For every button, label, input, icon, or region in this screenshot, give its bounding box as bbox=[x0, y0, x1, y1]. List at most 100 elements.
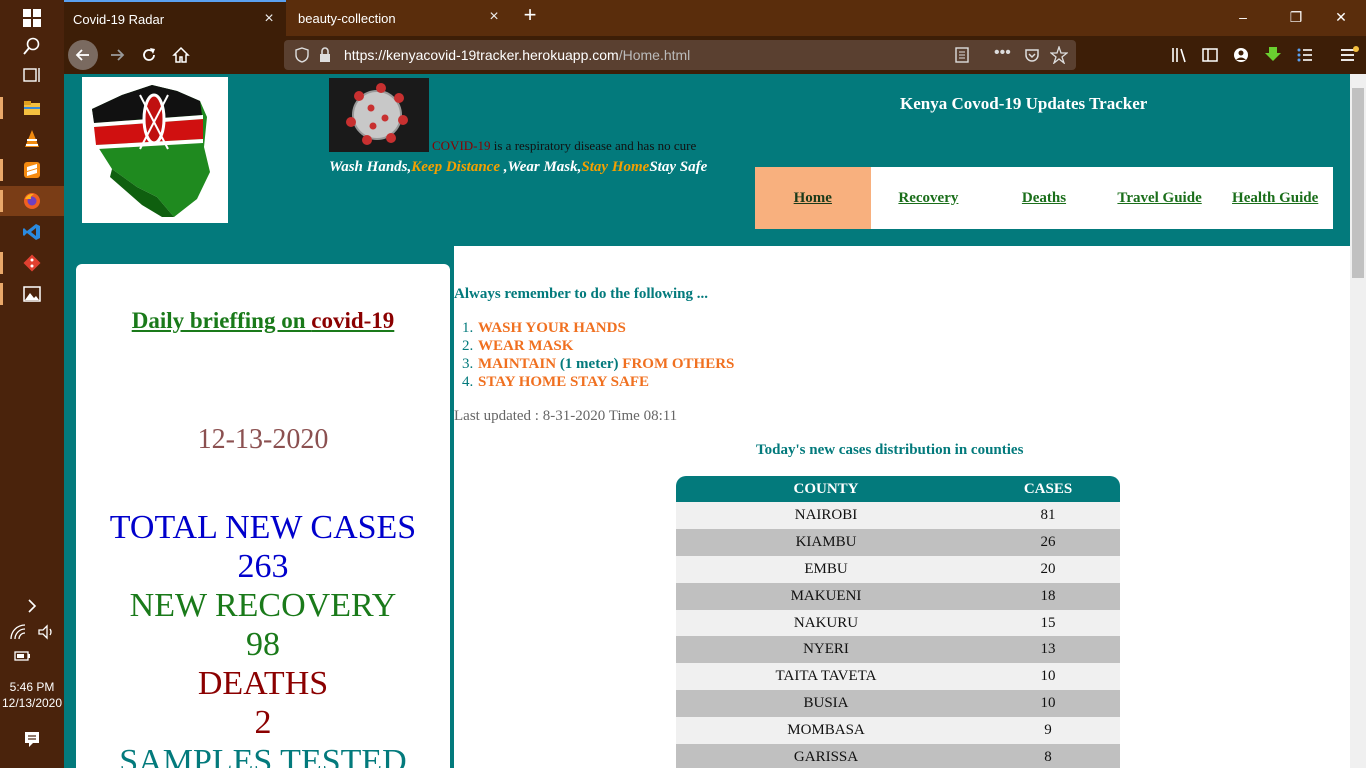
slogan-part: Wash Hands, bbox=[329, 159, 412, 175]
chevron-right-icon[interactable] bbox=[20, 594, 44, 618]
county-cell: KIAMBU bbox=[676, 528, 976, 556]
sublime-text-icon[interactable] bbox=[20, 158, 44, 182]
minimize-icon[interactable]: – bbox=[1231, 6, 1255, 28]
menu-hamburger-icon[interactable] bbox=[1339, 45, 1359, 70]
site-title: Kenya Covod-19 Updates Tracker bbox=[900, 94, 1148, 113]
tab-beauty-collection[interactable]: beauty-collection × bbox=[289, 0, 511, 36]
list-number: 4. bbox=[462, 374, 474, 390]
more-icon[interactable]: ••• bbox=[994, 44, 1011, 62]
tagline-label: COVID-19 bbox=[432, 138, 491, 153]
url-path: /Home.html bbox=[618, 47, 691, 63]
forward-arrow-icon[interactable] bbox=[102, 40, 132, 70]
cases-cell: 26 bbox=[976, 528, 1120, 556]
cases-cell: 18 bbox=[976, 582, 1120, 610]
list-item: 1. WASH YOUR HANDS bbox=[462, 319, 734, 337]
deaths-label: DEATHS bbox=[197, 665, 329, 702]
covid-tagline: COVID-19 is a respiratory disease and ha… bbox=[329, 138, 709, 154]
taskbar-date[interactable]: 12/13/2020 bbox=[0, 696, 64, 711]
list-text: WASH YOUR HANDS bbox=[478, 320, 626, 336]
search-icon[interactable] bbox=[20, 34, 44, 58]
taskbar-app-marker bbox=[0, 252, 3, 274]
table-row: NAIROBI 81 bbox=[676, 502, 1120, 529]
list-item: 3. MAINTAIN (1 meter) FROM OTHERS bbox=[462, 355, 734, 373]
cases-cell: 10 bbox=[976, 663, 1120, 691]
tab-covid-19-radar[interactable]: Covid-19 Radar × bbox=[64, 0, 286, 36]
cases-cell: 20 bbox=[976, 555, 1120, 583]
safety-slogan: Wash Hands,Keep Distance ,Wear Mask,Stay… bbox=[329, 158, 719, 176]
wifi-icon[interactable] bbox=[8, 620, 28, 644]
volume-icon[interactable] bbox=[36, 620, 56, 644]
download-icon[interactable] bbox=[1264, 45, 1282, 68]
bookmark-star-icon[interactable] bbox=[1049, 44, 1069, 69]
list-item: 4. STAY HOME STAY SAFE bbox=[462, 373, 734, 391]
tagline-text: is a respiratory disease and has no cure bbox=[490, 138, 697, 153]
url-text[interactable]: https://kenyacovid-19tracker.herokuapp.c… bbox=[344, 40, 690, 70]
task-view-icon[interactable] bbox=[20, 63, 44, 87]
table-row: NYERI 13 bbox=[676, 636, 1120, 664]
pocket-icon[interactable] bbox=[1024, 47, 1040, 68]
scrollbar-thumb[interactable] bbox=[1352, 88, 1364, 278]
sidebar-icon[interactable] bbox=[1201, 46, 1219, 69]
restore-icon[interactable]: ❐ bbox=[1284, 6, 1308, 28]
taskbar-time[interactable]: 5:46 PM bbox=[0, 680, 64, 695]
new-cases-value: 263 bbox=[237, 548, 289, 585]
notification-icon[interactable] bbox=[20, 727, 44, 751]
slogan-part: Stay Safe bbox=[649, 159, 708, 175]
remember-heading: Always remember to do the following ... bbox=[454, 286, 709, 302]
county-cell: EMBU bbox=[676, 555, 976, 583]
kenya-flag-map-icon bbox=[92, 85, 210, 217]
county-cell: MOMBASA bbox=[676, 717, 976, 745]
browser-nav-bar: https://kenyacovid-19tracker.herokuapp.c… bbox=[64, 36, 1366, 74]
firefox-icon[interactable] bbox=[20, 189, 44, 213]
table-row: EMBU 20 bbox=[676, 555, 1120, 583]
nav-recovery-link[interactable]: Recovery bbox=[871, 167, 987, 229]
new-cases-label: TOTAL NEW CASES bbox=[109, 509, 417, 546]
vlc-icon[interactable] bbox=[20, 127, 44, 151]
nav-travel-guide-link[interactable]: Travel Guide bbox=[1102, 167, 1218, 229]
photos-icon[interactable] bbox=[20, 282, 44, 306]
kenya-map-logo bbox=[82, 77, 228, 223]
county-cell: GARISSA bbox=[676, 744, 976, 768]
table-row: TAITA TAVETA 10 bbox=[676, 663, 1120, 691]
nav-health-guide-link[interactable]: Health Guide bbox=[1217, 167, 1333, 229]
shield-icon[interactable] bbox=[294, 47, 310, 68]
table-row: GARISSA 8 bbox=[676, 744, 1120, 768]
url-bar[interactable]: https://kenyacovid-19tracker.herokuapp.c… bbox=[284, 40, 1076, 70]
new-tab-icon[interactable]: + bbox=[518, 4, 542, 26]
url-domain: https://kenyacovid-19tracker.herokuapp.c… bbox=[344, 47, 619, 63]
home-icon[interactable] bbox=[166, 40, 196, 70]
table-row: NAKURU 15 bbox=[676, 609, 1120, 637]
new-recovery-value: 98 bbox=[246, 626, 280, 663]
briefing-title[interactable]: Daily brieffing on covid-19 bbox=[76, 308, 450, 334]
tab-label: Covid-19 Radar bbox=[73, 11, 165, 27]
page-scrollbar[interactable] bbox=[1350, 74, 1366, 768]
site-header: COVID-19 is a respiratory disease and ha… bbox=[64, 74, 1350, 246]
samples-tested-label: SAMPLES TESTED bbox=[119, 743, 407, 768]
back-arrow-icon[interactable] bbox=[68, 40, 98, 70]
git-icon[interactable] bbox=[20, 251, 44, 275]
close-icon[interactable]: × bbox=[487, 9, 501, 25]
close-icon[interactable]: × bbox=[262, 11, 276, 27]
windows-start-icon[interactable] bbox=[20, 6, 44, 30]
window-close-icon[interactable]: ✕ bbox=[1329, 6, 1353, 28]
reader-view-icon[interactable] bbox=[954, 47, 970, 68]
county-cell: NYERI bbox=[676, 636, 976, 664]
table-header-row: COUNTY CASES bbox=[676, 476, 1120, 502]
battery-icon[interactable] bbox=[12, 643, 32, 667]
list-text-highlight: (1 meter) bbox=[559, 356, 619, 372]
nav-deaths-link[interactable]: Deaths bbox=[986, 167, 1102, 229]
list-number: 1. bbox=[462, 320, 474, 336]
table-row: MAKUENI 18 bbox=[676, 582, 1120, 610]
account-icon[interactable] bbox=[1232, 46, 1250, 69]
main-nav-menu: Home Recovery Deaths Travel Guide Health… bbox=[755, 167, 1333, 229]
reload-icon[interactable] bbox=[134, 40, 164, 70]
cases-cell: 9 bbox=[976, 717, 1120, 745]
web-page: COVID-19 is a respiratory disease and ha… bbox=[64, 74, 1366, 768]
nav-home-link[interactable]: Home bbox=[755, 167, 871, 229]
distribution-title: Today's new cases distribution in counti… bbox=[756, 442, 1024, 458]
library-icon[interactable] bbox=[1170, 46, 1188, 69]
lock-icon[interactable] bbox=[318, 47, 332, 68]
extension-icon[interactable] bbox=[1296, 46, 1314, 69]
file-explorer-icon[interactable] bbox=[20, 96, 44, 120]
vscode-icon[interactable] bbox=[20, 220, 44, 244]
